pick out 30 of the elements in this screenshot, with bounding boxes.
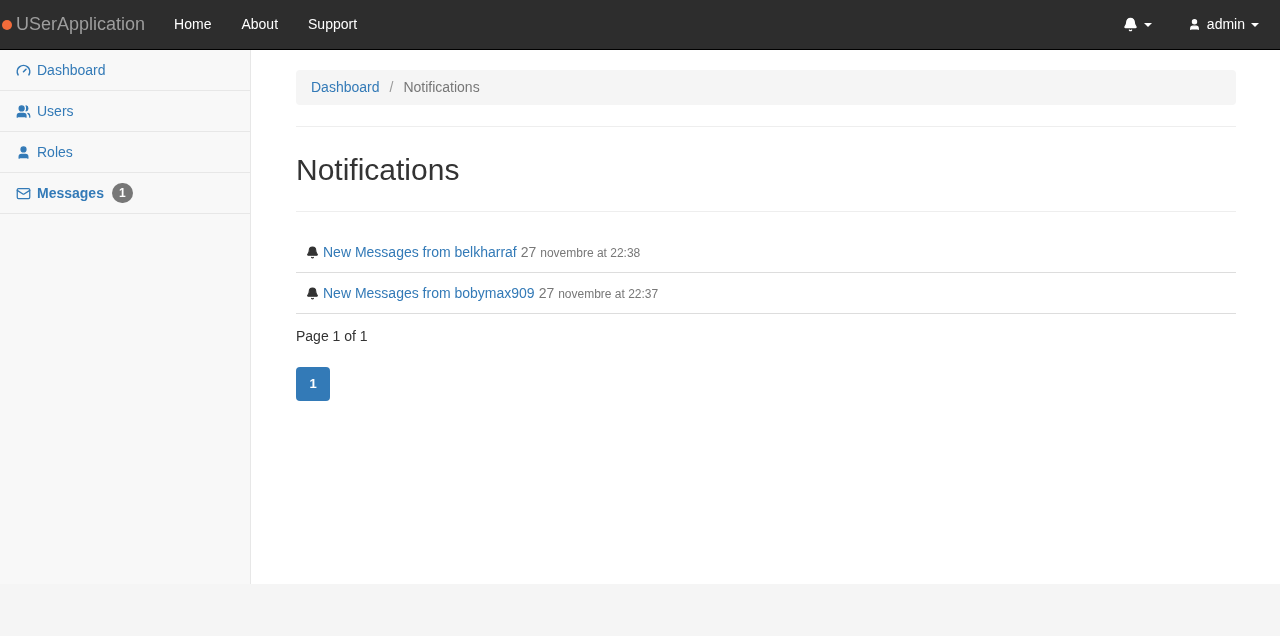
caret-icon xyxy=(1143,22,1152,27)
notification-date: 27 novembre at 22:38 xyxy=(520,242,641,262)
page-heading: Notifications xyxy=(296,147,1236,212)
page-info: Page 1 of 1 xyxy=(296,327,369,346)
bell-icon xyxy=(306,245,319,259)
sidebar-item[interactable]: Messages 1 xyxy=(0,173,250,214)
sidebar-item[interactable]: Users xyxy=(0,91,250,132)
caret-icon xyxy=(1251,22,1259,27)
user-menu-button[interactable]: admin xyxy=(1172,0,1274,50)
nav-link[interactable]: About xyxy=(226,0,294,50)
dashboard-icon xyxy=(16,62,31,78)
sidebar-item[interactable]: Roles xyxy=(0,132,250,173)
messages-icon xyxy=(16,185,31,201)
breadcrumb-link[interactable]: Dashboard xyxy=(311,77,380,98)
notification-link[interactable]: New Messages from belkharraf xyxy=(323,241,517,263)
sidebar-item[interactable]: Dashboard xyxy=(0,50,250,91)
page-button[interactable]: 1 xyxy=(296,367,330,401)
count-badge: 1 xyxy=(111,183,133,203)
breadcrumb-current: Notifications xyxy=(403,78,480,97)
notification-link[interactable]: New Messages from bobymax909 xyxy=(323,282,535,304)
nav-link[interactable]: Home xyxy=(159,0,227,50)
user-icon xyxy=(1187,18,1201,31)
bell-icon xyxy=(1122,17,1138,32)
users-icon xyxy=(16,103,31,119)
nav-link[interactable]: Support xyxy=(293,0,373,50)
breadcrumb-separator: / xyxy=(389,78,394,97)
roles-icon xyxy=(16,144,31,160)
brand-link[interactable]: USerApplication xyxy=(16,11,146,38)
notification-date: 27 novembre at 22:37 xyxy=(538,283,659,303)
bell-icon xyxy=(306,286,319,300)
